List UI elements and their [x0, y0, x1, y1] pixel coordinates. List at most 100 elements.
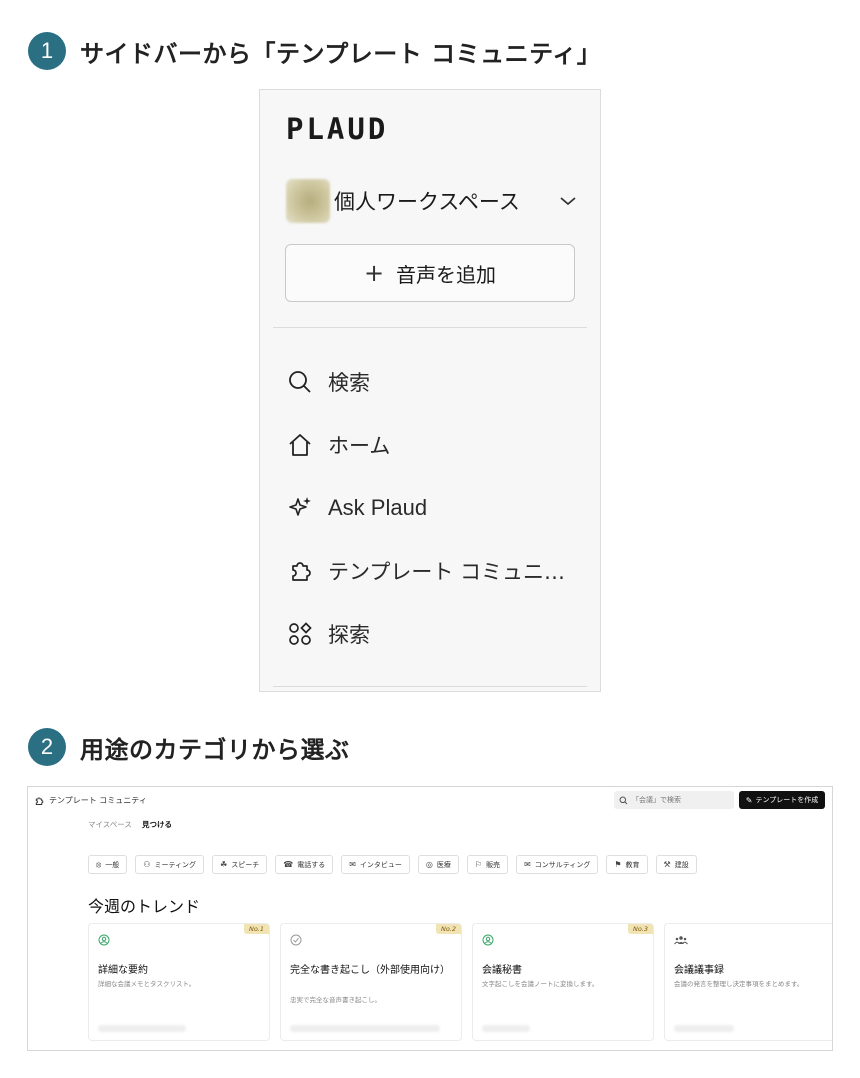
add-audio-label: 音声を追加 [396, 262, 497, 287]
sparkle-icon [286, 494, 314, 522]
step-number-badge: 1 [28, 32, 66, 70]
category-chips: ⦻ 一般 ⚇ ミーティング ☘ スピーチ ☎ 電話する ✉ インタビュー ◎ 医療 ⚐ 販売 … [88, 855, 697, 874]
check-circle-icon [290, 934, 302, 946]
people-icon [674, 936, 688, 945]
category-chip[interactable]: ⦻ 一般 [88, 855, 128, 874]
category-label: 電話する [297, 860, 326, 869]
template-name: 会議議事録 [674, 965, 724, 976]
template-name: 完全な書き起こし（外部使用向け） [290, 965, 450, 976]
sales-icon: ⚐ [474, 860, 483, 869]
sidebar-item-label: Ask Plaud [328, 495, 428, 520]
search-icon [619, 796, 628, 804]
sidebar-item-home[interactable]: ホーム [286, 425, 586, 465]
phone-icon: ☎ [283, 860, 294, 869]
category-chip[interactable]: ⚑ 教育 [606, 855, 648, 874]
template-description: 詳細な会議メモとタスクリスト。 [98, 980, 196, 988]
rank-badge: No.2 [435, 924, 461, 934]
category-label: 医療 [436, 860, 451, 869]
template-card[interactable]: No.3 会議秘書 文字起こしを会議ノートに変換します。 [472, 923, 654, 1041]
sidebar-item-label: 探索 [328, 623, 370, 647]
search-input[interactable] [632, 796, 732, 804]
workspace-switcher[interactable]: 個人ワークスペース [286, 178, 580, 224]
chevron-down-icon [556, 189, 580, 213]
section-title: 今週のトレンド [88, 897, 201, 916]
template-name: 詳細な要約 [98, 965, 148, 976]
step-2-header: 2 用途のカテゴリから選ぶ [28, 728, 350, 766]
puzzle-icon [34, 796, 44, 806]
plaud-logo[interactable]: PLAUD [286, 112, 388, 146]
category-label: 教育 [625, 860, 640, 869]
pencil-icon: ✎ [745, 795, 753, 805]
add-audio-button[interactable]: + 音声を追加 [285, 244, 575, 302]
user-circle-icon [482, 934, 494, 946]
speech-icon: ☘ [220, 860, 228, 869]
grid-icon [286, 620, 314, 648]
step-number-badge: 2 [28, 728, 66, 766]
category-chip[interactable]: ✉ インタビュー [341, 855, 410, 874]
template-description: 忠実で完全な音声書き起こし。 [290, 996, 381, 1004]
page-title-text: テンプレート コミュニティ [49, 796, 147, 805]
template-card[interactable]: No.2 完全な書き起こし（外部使用向け） 忠実で完全な音声書き起こし。 [280, 923, 462, 1041]
plus-icon: + [363, 259, 385, 287]
construction-icon: ⚒ [663, 860, 671, 869]
tab-my-space[interactable]: マイスペース [88, 819, 132, 830]
step-title: 用途のカテゴリから選ぶ [80, 735, 350, 764]
sidebar-panel: PLAUD 個人ワークスペース + 音声を追加 検索 ホーム Ask Plaud [259, 89, 601, 692]
author-info [482, 1025, 530, 1032]
trending-cards: No.1 詳細な要約 詳細な会議メモとタスクリスト。 No.2 完全な書き起こし… [88, 923, 832, 1041]
author-info [290, 1025, 440, 1032]
category-chip[interactable]: ☘ スピーチ [212, 855, 268, 874]
category-label: 建設 [674, 860, 689, 869]
sidebar-item-label: ホーム [328, 434, 391, 458]
category-label: コンサルティング [534, 860, 591, 869]
search-icon [286, 368, 314, 396]
puzzle-icon [286, 557, 314, 585]
search-field[interactable] [614, 791, 734, 809]
category-label: 一般 [105, 860, 120, 869]
page-title: テンプレート コミュニティ [34, 795, 147, 806]
home-icon [286, 431, 314, 459]
medical-icon: ◎ [425, 860, 433, 869]
sidebar-item-ask-plaud[interactable]: Ask Plaud [286, 488, 586, 528]
category-chip[interactable]: ✉ コンサルティング [516, 855, 599, 874]
category-label: 販売 [486, 860, 501, 869]
user-circle-icon [98, 934, 110, 946]
sidebar-item-template-community[interactable]: テンプレート コミュニ… [286, 551, 586, 591]
sidebar-item-explore[interactable]: 探索 [286, 614, 586, 654]
template-card[interactable]: No.1 詳細な要約 詳細な会議メモとタスクリスト。 [88, 923, 270, 1041]
rank-badge: No.3 [627, 924, 653, 934]
template-description: 会議の発言を整理し決定事項をまとめます。 [674, 980, 804, 988]
sidebar-item-search[interactable]: 検索 [286, 362, 586, 402]
template-name: 会議秘書 [482, 965, 522, 976]
category-label: ミーティング [154, 860, 197, 869]
workspace-label: 個人ワークスペース [334, 190, 520, 214]
category-chip[interactable]: ◎ 医療 [417, 855, 459, 874]
create-template-button[interactable]: ✎ テンプレートを作成 [739, 791, 825, 809]
create-template-label: テンプレートを作成 [755, 796, 819, 804]
step-1-header: 1 サイドバーから「テンプレート コミュニティ」 [28, 32, 601, 70]
category-chip[interactable]: ☎ 電話する [275, 855, 334, 874]
template-card[interactable]: 会議議事録 会議の発言を整理し決定事項をまとめます。 [664, 923, 832, 1041]
education-icon: ⚑ [614, 860, 622, 869]
sidebar-item-label: テンプレート コミュニ… [328, 560, 566, 584]
general-icon: ⦻ [96, 859, 102, 869]
category-label: インタビュー [359, 860, 402, 869]
consulting-icon: ✉ [524, 860, 531, 869]
interview-icon: ✉ [349, 860, 356, 869]
tab-discover[interactable]: 見つける [142, 819, 172, 830]
category-chip[interactable]: ⚒ 建設 [655, 855, 697, 874]
step-title: サイドバーから「テンプレート コミュニティ」 [80, 39, 602, 68]
template-community-screenshot: テンプレート コミュニティ ✎ テンプレートを作成 マイスペース 見つける ⦻一… [27, 786, 833, 1051]
category-label: スピーチ [231, 860, 260, 869]
category-chip[interactable]: ⚐ 販売 [466, 855, 509, 874]
workspace-avatar [286, 179, 330, 223]
divider [273, 686, 587, 687]
author-info [674, 1025, 734, 1032]
author-info [98, 1025, 186, 1032]
sidebar-item-label: 検索 [328, 371, 370, 395]
template-description: 文字起こしを会議ノートに変換します。 [482, 980, 599, 988]
meeting-icon: ⚇ [143, 860, 151, 869]
divider [273, 327, 587, 328]
rank-badge: No.1 [243, 924, 269, 934]
category-chip[interactable]: ⚇ ミーティング [135, 855, 205, 874]
